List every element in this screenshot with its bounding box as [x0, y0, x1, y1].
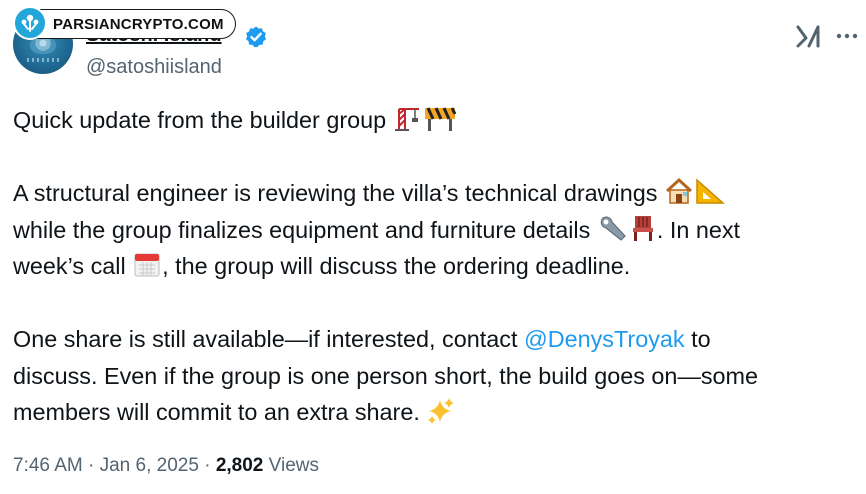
tweet-time[interactable]: 7:46 AM	[13, 455, 83, 476]
triangular-ruler-emoji-icon	[696, 178, 725, 204]
tweet-line: Quick update from the builder group	[13, 102, 863, 139]
watermark-badge: PARSIANCRYPTO.COM	[13, 6, 236, 40]
tweet-text: Quick update from the builder group A st…	[13, 102, 863, 431]
crane-emoji-icon	[394, 108, 419, 131]
tweet-line: members will commit to an extra share.	[13, 394, 863, 431]
tweet-date[interactable]: Jan 6, 2025	[100, 455, 199, 476]
grok-icon[interactable]	[796, 24, 822, 48]
mention-link[interactable]: @DenysTroyak	[524, 326, 685, 352]
tweet-line: One share is still available—if interest…	[13, 326, 711, 352]
views-label: Views	[268, 455, 319, 476]
tweet-line: week’s call , the group will discuss the…	[13, 248, 863, 285]
construction-barrier-emoji-icon	[424, 107, 457, 131]
sparkles-emoji-icon	[428, 398, 455, 424]
calendar-emoji-icon	[134, 253, 160, 277]
tweet-line: discuss. Even if the group is one person…	[13, 362, 759, 389]
tweet-line: while the group finalizes equipment and …	[13, 212, 863, 249]
wrench-emoji-icon	[600, 216, 626, 241]
house-emoji-icon	[665, 177, 692, 204]
watermark-logo-icon	[13, 6, 47, 40]
more-options-icon[interactable]	[834, 23, 860, 49]
tweet-meta: 7:46 AM · Jan 6, 2025 · 2,802 Views	[13, 455, 319, 476]
verified-badge-icon	[246, 26, 266, 48]
tweet-line: A structural engineer is reviewing the v…	[13, 175, 863, 212]
views-count: 2,802	[215, 455, 264, 476]
user-handle[interactable]: @satoshiisland	[86, 54, 222, 80]
chair-emoji-icon	[632, 215, 653, 241]
watermark-text: PARSIANCRYPTO.COM	[53, 15, 224, 33]
